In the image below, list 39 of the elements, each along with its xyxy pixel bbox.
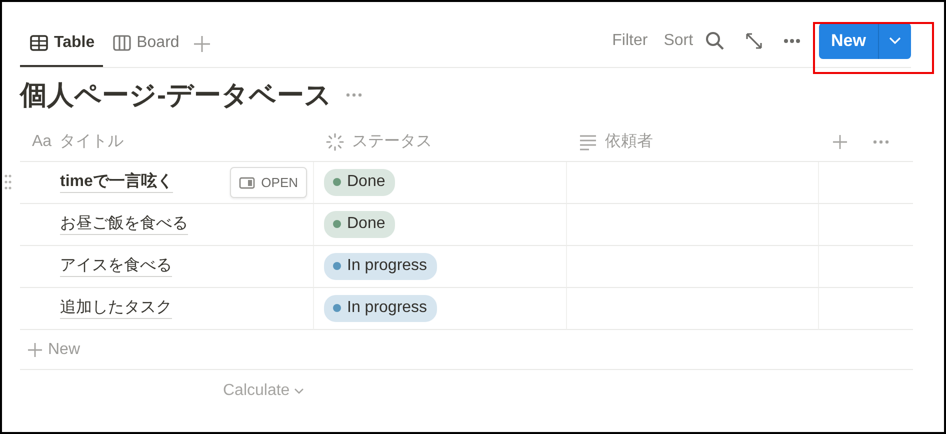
row-title[interactable]: timeで一言呟く — [60, 172, 173, 194]
more-icon[interactable] — [346, 93, 362, 97]
columns-icon — [112, 34, 131, 52]
column-header[interactable]: ステータス — [314, 122, 567, 162]
add-icon — [28, 342, 42, 356]
status-tag: Done — [324, 169, 396, 196]
add-icon[interactable] — [193, 35, 212, 53]
row-title[interactable]: アイスを食べる — [60, 256, 172, 278]
view-tab[interactable]: Board — [102, 31, 188, 67]
type-prefix: Aa — [32, 132, 52, 152]
more-icon[interactable] — [783, 38, 802, 44]
calculate-button[interactable]: Calculate — [217, 378, 310, 404]
row-title[interactable]: お昼ご飯を食べる — [60, 214, 188, 236]
column-header[interactable]: 依頼者 — [567, 122, 819, 162]
status-tag: In progress — [324, 295, 438, 322]
status-tag: In progress — [324, 253, 438, 280]
column-header[interactable]: Aa タイトル — [20, 122, 314, 162]
chevron-icon — [294, 388, 304, 394]
filter-button[interactable]: Filter — [608, 27, 652, 55]
chevron-icon — [889, 36, 901, 45]
column-label: ステータス — [352, 132, 432, 152]
page-title: 個人ページ-データベース — [20, 78, 332, 112]
more-icon[interactable] — [873, 140, 889, 144]
view-tab[interactable]: Table — [20, 31, 103, 67]
row-title[interactable]: 追加したタスク — [60, 298, 172, 320]
column-label: タイトル — [60, 132, 124, 152]
add-row-button[interactable]: New — [20, 330, 913, 370]
table-icon — [30, 34, 48, 52]
drag-handle-icon[interactable] — [4, 174, 12, 190]
search-icon[interactable] — [705, 31, 726, 51]
status-icon — [326, 132, 344, 150]
open-button[interactable]: OPEN — [230, 166, 307, 198]
expand-icon[interactable] — [745, 32, 764, 50]
add-icon[interactable] — [833, 134, 847, 148]
status-tag: Done — [324, 211, 396, 238]
sort-button[interactable]: Sort — [660, 27, 698, 55]
panel-icon — [239, 176, 256, 188]
text-lines-icon — [579, 132, 597, 150]
column-label: 依頼者 — [605, 132, 653, 152]
